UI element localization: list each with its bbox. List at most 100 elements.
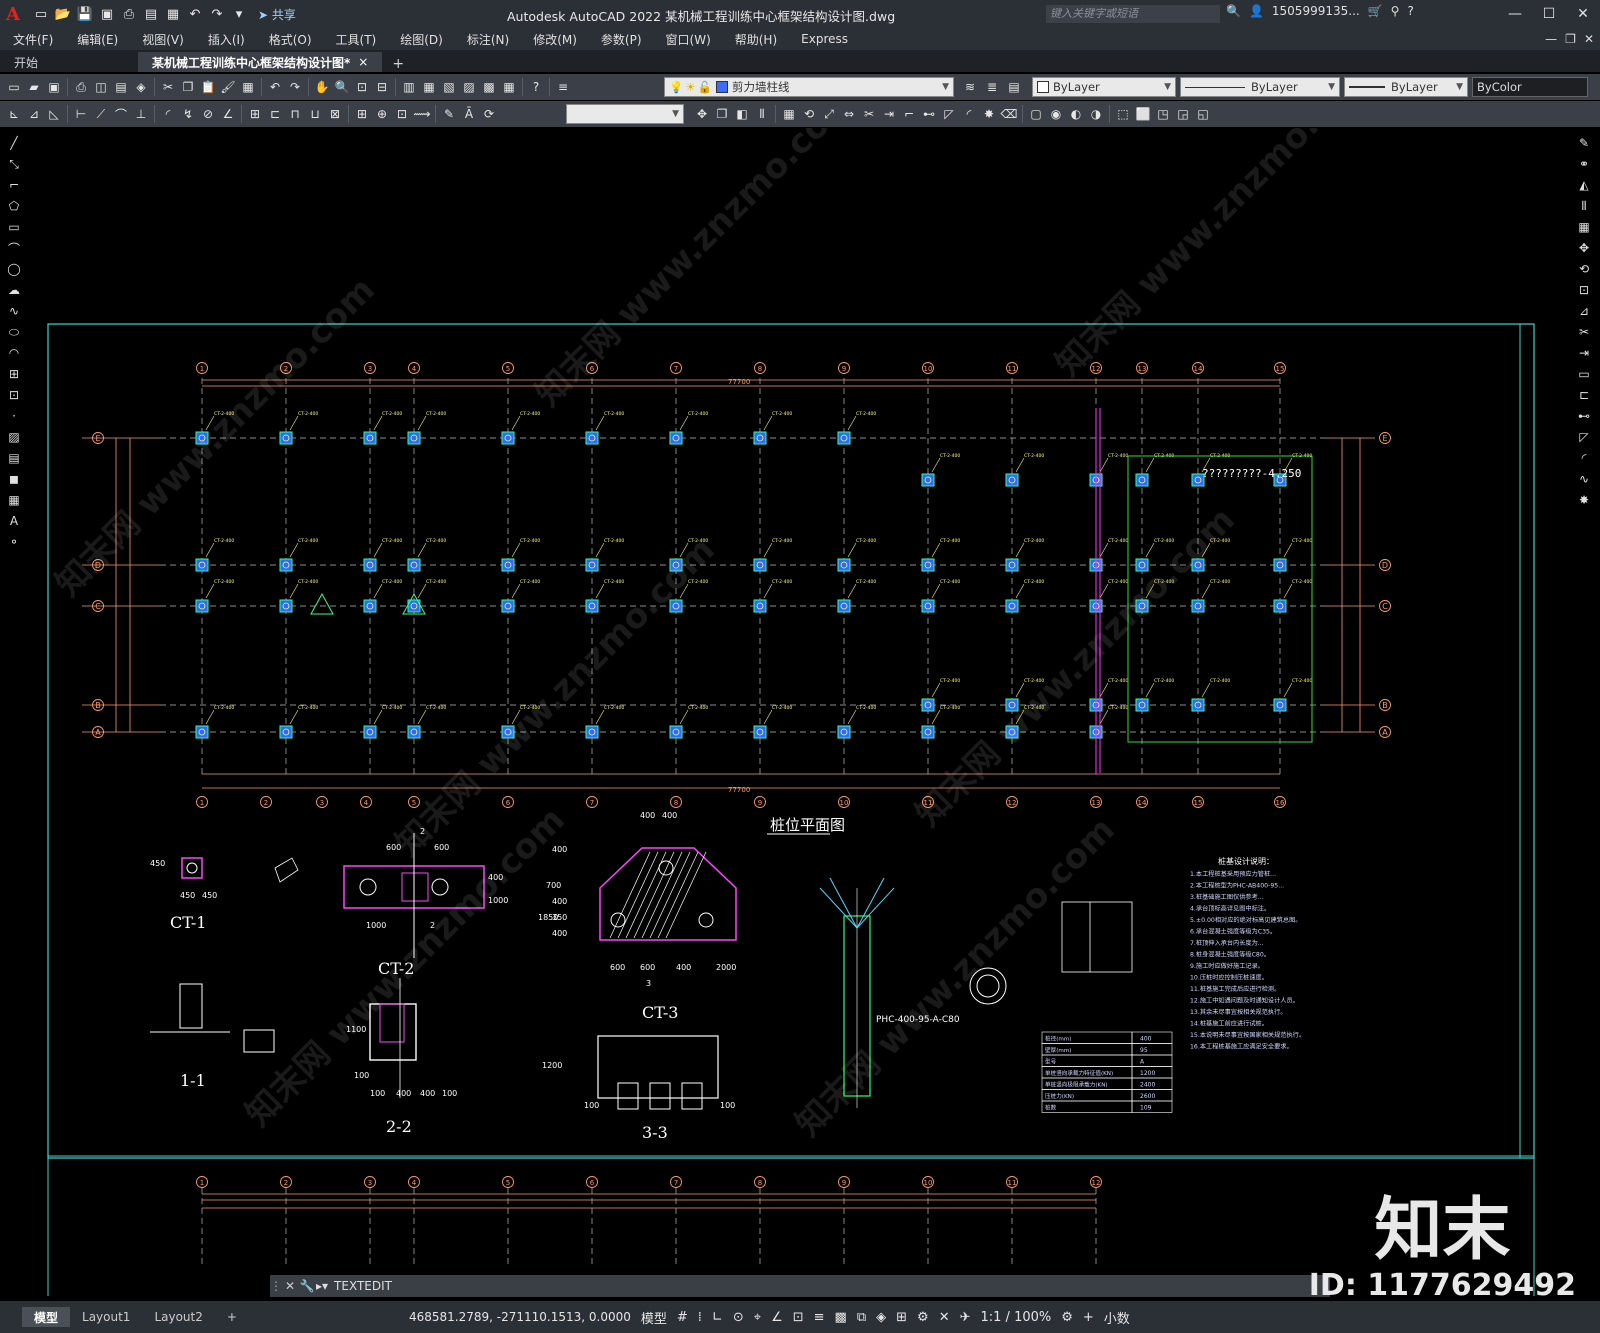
- search-icon[interactable]: 🔍: [1226, 4, 1241, 18]
- dim-aligned-icon[interactable]: ⟋: [92, 105, 110, 123]
- menu-dimension[interactable]: 标注(N): [454, 31, 520, 48]
- save-as-icon[interactable]: ▣: [98, 5, 116, 23]
- scale-icon[interactable]: ⊡: [1574, 281, 1594, 299]
- 3d-print-icon[interactable]: ◈: [132, 78, 150, 96]
- region-icon[interactable]: ◼: [4, 470, 24, 488]
- gradient-icon[interactable]: ▤: [4, 449, 24, 467]
- otrack-icon[interactable]: ∠: [771, 1310, 783, 1325]
- explode-icon[interactable]: ✸: [1574, 491, 1594, 509]
- circle-icon[interactable]: ◯: [4, 260, 24, 278]
- dim-ordinate-icon[interactable]: ⊥: [132, 105, 150, 123]
- add-icon[interactable]: +: [1083, 1310, 1094, 1325]
- close-icon[interactable]: ✕: [1566, 0, 1600, 28]
- copy-object-icon[interactable]: ❐: [713, 105, 731, 123]
- menu-view[interactable]: 视图(V): [129, 31, 195, 48]
- trim-icon[interactable]: ✂: [860, 105, 878, 123]
- qat-dropdown-icon[interactable]: ▾: [230, 5, 248, 23]
- plotstyle-dropdown[interactable]: ByColor: [1472, 77, 1588, 97]
- plot-preview-icon[interactable]: ◫: [92, 78, 110, 96]
- stretch-icon[interactable]: ⇔: [840, 105, 858, 123]
- open-icon[interactable]: 📂: [54, 5, 72, 23]
- doc-close-icon[interactable]: ✕: [1584, 32, 1594, 46]
- insert-block-icon[interactable]: ⊞: [4, 365, 24, 383]
- join-icon[interactable]: ⊷: [1574, 407, 1594, 425]
- ungroup-icon[interactable]: ⬜: [1134, 105, 1152, 123]
- polyline-icon[interactable]: ⌐: [4, 176, 24, 194]
- menu-parametric[interactable]: 参数(P): [588, 31, 653, 48]
- intersect-icon[interactable]: ◑: [1087, 105, 1105, 123]
- tool-palettes-icon[interactable]: ▧: [440, 78, 458, 96]
- zoom-previous-icon[interactable]: ⊟: [373, 78, 391, 96]
- copy-icon[interactable]: ❐: [179, 78, 197, 96]
- mirror-icon[interactable]: ◭: [1574, 176, 1594, 194]
- menu-help[interactable]: 帮助(H): [722, 31, 788, 48]
- redo-icon[interactable]: ↷: [208, 5, 226, 23]
- move-icon[interactable]: ✥: [693, 105, 711, 123]
- linetype-dropdown[interactable]: ByLayer ▼: [1180, 77, 1340, 97]
- explode-icon[interactable]: ✸: [980, 105, 998, 123]
- ellipse-arc-icon[interactable]: ◠: [4, 344, 24, 362]
- spline-icon[interactable]: ∿: [4, 302, 24, 320]
- lineweight-icon[interactable]: ≡: [814, 1310, 825, 1325]
- dim-baseline-icon[interactable]: ⊏: [266, 105, 284, 123]
- offset-icon[interactable]: ⫴: [753, 105, 771, 123]
- dim-edit-icon[interactable]: ✎: [440, 105, 458, 123]
- tab-drawing[interactable]: 某机械工程训练中心框架结构设计图* ×: [138, 52, 383, 72]
- units-label[interactable]: 小数: [1104, 1308, 1130, 1327]
- menu-tools[interactable]: 工具(T): [323, 31, 388, 48]
- dynamic-ucs-icon[interactable]: ⊡: [793, 1310, 804, 1325]
- make-block-icon[interactable]: ⊡: [4, 386, 24, 404]
- user-icon[interactable]: 👤: [1249, 4, 1264, 18]
- stretch-icon[interactable]: ⊿: [1574, 302, 1594, 320]
- layout-tab-1[interactable]: Layout1: [70, 1307, 142, 1327]
- chamfer-icon[interactable]: ◸: [1574, 428, 1594, 446]
- pan-icon[interactable]: ✋: [313, 78, 331, 96]
- extend-icon[interactable]: ⇥: [1574, 344, 1594, 362]
- tab-start[interactable]: 开始: [0, 52, 138, 72]
- maximize-icon[interactable]: ☐: [1532, 0, 1566, 28]
- make-current-icon[interactable]: ≋: [961, 78, 979, 96]
- new-tab-button[interactable]: +: [382, 56, 414, 72]
- layer-dropdown[interactable]: 💡 ☀ 🔓 剪力墙柱线 ▼: [664, 77, 954, 97]
- close-icon[interactable]: ✕: [282, 1279, 298, 1293]
- calculator-icon[interactable]: ▦: [500, 78, 518, 96]
- ortho-icon[interactable]: ∟: [712, 1310, 723, 1325]
- table-icon[interactable]: ▦: [4, 491, 24, 509]
- model-space-button[interactable]: 模型: [641, 1308, 667, 1327]
- lineweight-dropdown[interactable]: ByLayer ▼: [1344, 77, 1468, 97]
- scale-icon[interactable]: ⤢: [820, 105, 838, 123]
- command-line[interactable]: ⋮ ✕ 🔧 ▸▾ TEXTEDIT: [270, 1275, 1330, 1297]
- union-icon[interactable]: ◉: [1047, 105, 1065, 123]
- zoom-realtime-icon[interactable]: 🔍: [333, 78, 351, 96]
- blend-icon[interactable]: ∿: [1574, 470, 1594, 488]
- publish-icon[interactable]: ▤: [142, 5, 160, 23]
- break-at-point-icon[interactable]: ▭: [1574, 365, 1594, 383]
- ucs-previous-icon[interactable]: ◺: [45, 105, 63, 123]
- open-icon[interactable]: ▰: [25, 78, 43, 96]
- group-icon[interactable]: ⬚: [1114, 105, 1132, 123]
- transparency-icon[interactable]: ▩: [835, 1310, 847, 1325]
- cut-icon[interactable]: ✂: [159, 78, 177, 96]
- save-icon[interactable]: 💾: [76, 5, 94, 23]
- layer-states-icon[interactable]: ▤: [1005, 78, 1023, 96]
- menu-window[interactable]: 窗口(W): [653, 31, 722, 48]
- point-icon[interactable]: ·: [4, 407, 24, 425]
- menu-edit[interactable]: 编辑(E): [64, 31, 129, 48]
- offset-icon[interactable]: ⫴: [1574, 197, 1594, 215]
- dim-space-icon[interactable]: ⊔: [306, 105, 324, 123]
- gizmo-icon[interactable]: ⚙: [917, 1310, 929, 1325]
- grip-icon[interactable]: ⋮: [270, 1279, 282, 1293]
- join-icon[interactable]: ⊷: [920, 105, 938, 123]
- add-layout-button[interactable]: +: [215, 1307, 249, 1327]
- array-icon[interactable]: ▦: [1574, 218, 1594, 236]
- plot-icon[interactable]: ▦: [164, 5, 182, 23]
- inspection-icon[interactable]: ⊡: [393, 105, 411, 123]
- dim-arc-icon[interactable]: ⌒: [112, 105, 130, 123]
- region-icon[interactable]: ▢: [1027, 105, 1045, 123]
- search-input[interactable]: 键入关键字或短语: [1046, 5, 1220, 23]
- save-icon[interactable]: ▣: [45, 78, 63, 96]
- selection-cycling-icon[interactable]: ⧉: [857, 1310, 866, 1325]
- menu-insert[interactable]: 插入(I): [195, 31, 256, 48]
- sheet-set-icon[interactable]: ▨: [460, 78, 478, 96]
- array-icon[interactable]: ▦: [780, 105, 798, 123]
